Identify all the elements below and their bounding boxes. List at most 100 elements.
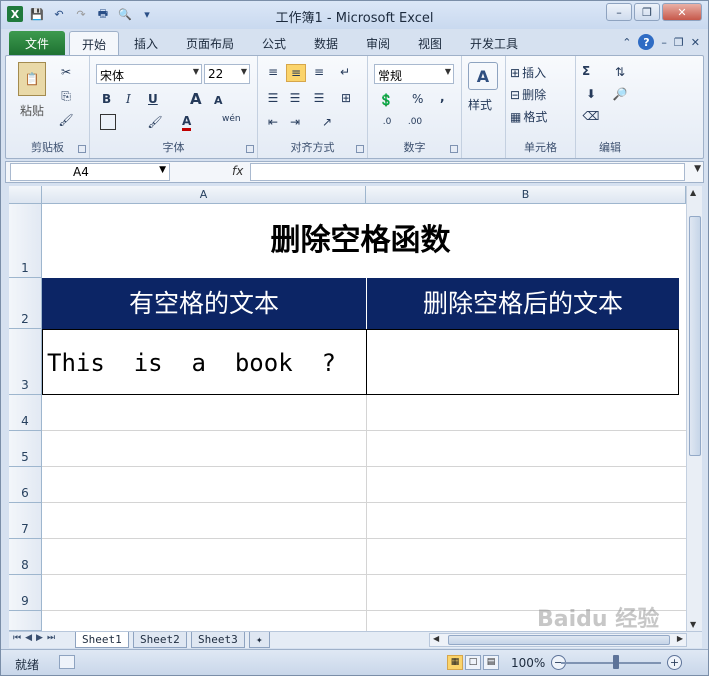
row-header-8[interactable]: 8 [9, 539, 42, 575]
normal-view-icon[interactable]: ▦ [447, 655, 463, 670]
row-header-7[interactable]: 7 [9, 503, 42, 539]
restore-button[interactable]: ❐ [634, 3, 660, 21]
delete-cells-button[interactable]: ⊟ 删除 [510, 86, 546, 103]
tab-insert[interactable]: 插入 [134, 35, 158, 52]
row-header-1[interactable]: 1 [9, 204, 42, 278]
fill-icon[interactable]: ⬇ [582, 86, 600, 102]
orientation-icon[interactable]: ↗ [318, 114, 336, 130]
styles-icon[interactable]: A [468, 62, 498, 90]
align-middle-icon[interactable]: ≡ [286, 64, 306, 82]
vertical-scrollbar[interactable]: ▲ ▼ [686, 186, 702, 631]
new-sheet-icon[interactable]: ✦ [249, 632, 270, 648]
font-name-select[interactable]: 宋体 ▼ [96, 64, 202, 84]
macro-record-icon[interactable] [59, 655, 75, 669]
page-break-view-icon[interactable]: ▤ [483, 655, 499, 670]
close-button[interactable]: ✕ [662, 3, 702, 21]
tab-file[interactable]: 文件 [9, 31, 65, 55]
scroll-up-icon[interactable]: ▲ [690, 188, 696, 197]
dialog-launcher-icon[interactable] [356, 145, 364, 153]
scroll-left-icon[interactable]: ◀ [433, 634, 439, 643]
percent-button[interactable]: % [412, 92, 423, 106]
tab-review[interactable]: 审阅 [366, 35, 390, 52]
tab-page-layout[interactable]: 页面布局 [186, 35, 234, 52]
align-top-icon[interactable]: ≡ [264, 64, 282, 80]
zoom-level[interactable]: 100% [511, 656, 545, 670]
comma-button[interactable]: , [440, 90, 445, 104]
currency-icon[interactable]: 💲 [376, 92, 396, 108]
minimize-ribbon-icon[interactable]: ⌃ [622, 36, 631, 49]
formula-input[interactable] [250, 163, 685, 181]
increase-indent-icon[interactable]: ⇥ [286, 114, 304, 130]
dialog-launcher-icon[interactable] [450, 145, 458, 153]
increase-decimal-icon[interactable]: .0 [376, 114, 398, 130]
paste-icon[interactable]: 📋 [18, 62, 46, 96]
italic-button[interactable]: I [126, 92, 131, 106]
doc-restore-icon[interactable]: ❐ [674, 36, 684, 49]
align-bottom-icon[interactable]: ≡ [310, 64, 328, 80]
merge-center-icon[interactable]: ⊞ [336, 90, 356, 106]
tab-developer[interactable]: 开发工具 [470, 35, 518, 52]
styles-button[interactable]: 样式 [468, 96, 492, 113]
cell-b3[interactable] [366, 329, 679, 395]
cell-a3[interactable]: This is a book ? [42, 329, 367, 395]
bold-button[interactable]: B [102, 92, 111, 106]
sheet-tab-3[interactable]: Sheet3 [191, 632, 245, 648]
font-size-select[interactable]: 22 ▼ [204, 64, 250, 84]
tab-data[interactable]: 数据 [314, 35, 338, 52]
row-header-4[interactable]: 4 [9, 395, 42, 431]
insert-function-icon[interactable]: fx [232, 164, 243, 178]
number-format-select[interactable]: 常规 ▼ [374, 64, 454, 84]
name-box[interactable]: A4 ▼ [10, 163, 170, 181]
row-header-5[interactable]: 5 [9, 431, 42, 467]
column-header-a[interactable]: A [42, 186, 366, 204]
tab-home[interactable]: 开始 [69, 31, 120, 55]
zoom-in-icon[interactable]: + [667, 655, 682, 670]
help-icon[interactable]: ? [638, 34, 655, 50]
tab-view[interactable]: 视图 [418, 35, 442, 52]
minimize-button[interactable]: – [606, 3, 632, 21]
column-header-b[interactable]: B [366, 186, 686, 204]
page-layout-view-icon[interactable]: □ [465, 655, 481, 670]
font-color-button[interactable]: A [182, 114, 192, 131]
row-header-9[interactable]: 9 [9, 575, 42, 611]
sheet-tab-1[interactable]: Sheet1 [75, 632, 129, 648]
row-header-10[interactable] [9, 611, 42, 631]
clear-icon[interactable]: ⌫ [582, 108, 600, 124]
phonetic-button[interactable]: wén [222, 114, 241, 124]
horizontal-scroll-thumb[interactable] [448, 635, 670, 645]
format-painter-icon[interactable]: 🖌 [58, 112, 74, 128]
align-left-icon[interactable]: ☰ [264, 90, 282, 106]
align-center-icon[interactable]: ☰ [286, 90, 304, 106]
scroll-right-icon[interactable]: ▶ [677, 634, 683, 643]
paste-button[interactable]: 粘贴 [20, 102, 44, 119]
grow-font-button[interactable]: A [190, 90, 202, 108]
fill-color-icon[interactable]: 🖌 [146, 114, 164, 130]
decrease-decimal-icon[interactable]: .00 [404, 114, 426, 130]
decrease-indent-icon[interactable]: ⇤ [264, 114, 282, 130]
sort-filter-icon[interactable]: ⇅ [610, 64, 630, 80]
cut-icon[interactable]: ✂ [58, 64, 74, 80]
sheet-nav-arrows-icon[interactable]: ⏮◀▶⏭ [13, 633, 59, 643]
shrink-font-button[interactable]: A [214, 94, 223, 107]
zoom-slider-thumb[interactable] [613, 655, 619, 669]
row-header-2[interactable]: 2 [9, 278, 42, 329]
select-all-button[interactable] [9, 186, 42, 204]
dialog-launcher-icon[interactable] [78, 145, 86, 153]
wrap-text-icon[interactable]: ↵ [336, 64, 354, 80]
find-select-icon[interactable]: 🔎 [610, 86, 630, 102]
dialog-launcher-icon[interactable] [246, 145, 254, 153]
format-cells-button[interactable]: ▦ 格式 [510, 108, 547, 125]
header-cell-a2[interactable]: 有空格的文本 [42, 278, 366, 329]
autosum-button[interactable]: Σ [582, 64, 590, 78]
tab-formulas[interactable]: 公式 [262, 35, 286, 52]
row-header-3[interactable]: 3 [9, 329, 42, 395]
scroll-down-icon[interactable]: ▼ [690, 620, 696, 629]
header-cell-b2[interactable]: 删除空格后的文本 [366, 278, 679, 329]
expand-formula-icon[interactable]: ▼ [694, 164, 701, 174]
zoom-slider[interactable] [561, 662, 661, 664]
border-icon[interactable] [100, 114, 116, 130]
horizontal-scrollbar[interactable]: ◀ ▶ [429, 633, 687, 647]
insert-cells-button[interactable]: ⊞ 插入 [510, 64, 546, 81]
underline-button[interactable]: U [148, 92, 158, 106]
worksheet-grid[interactable]: A B 1 2 3 4 5 6 7 8 9 删除空格函数 有空格的文本 删除空格… [9, 186, 686, 631]
